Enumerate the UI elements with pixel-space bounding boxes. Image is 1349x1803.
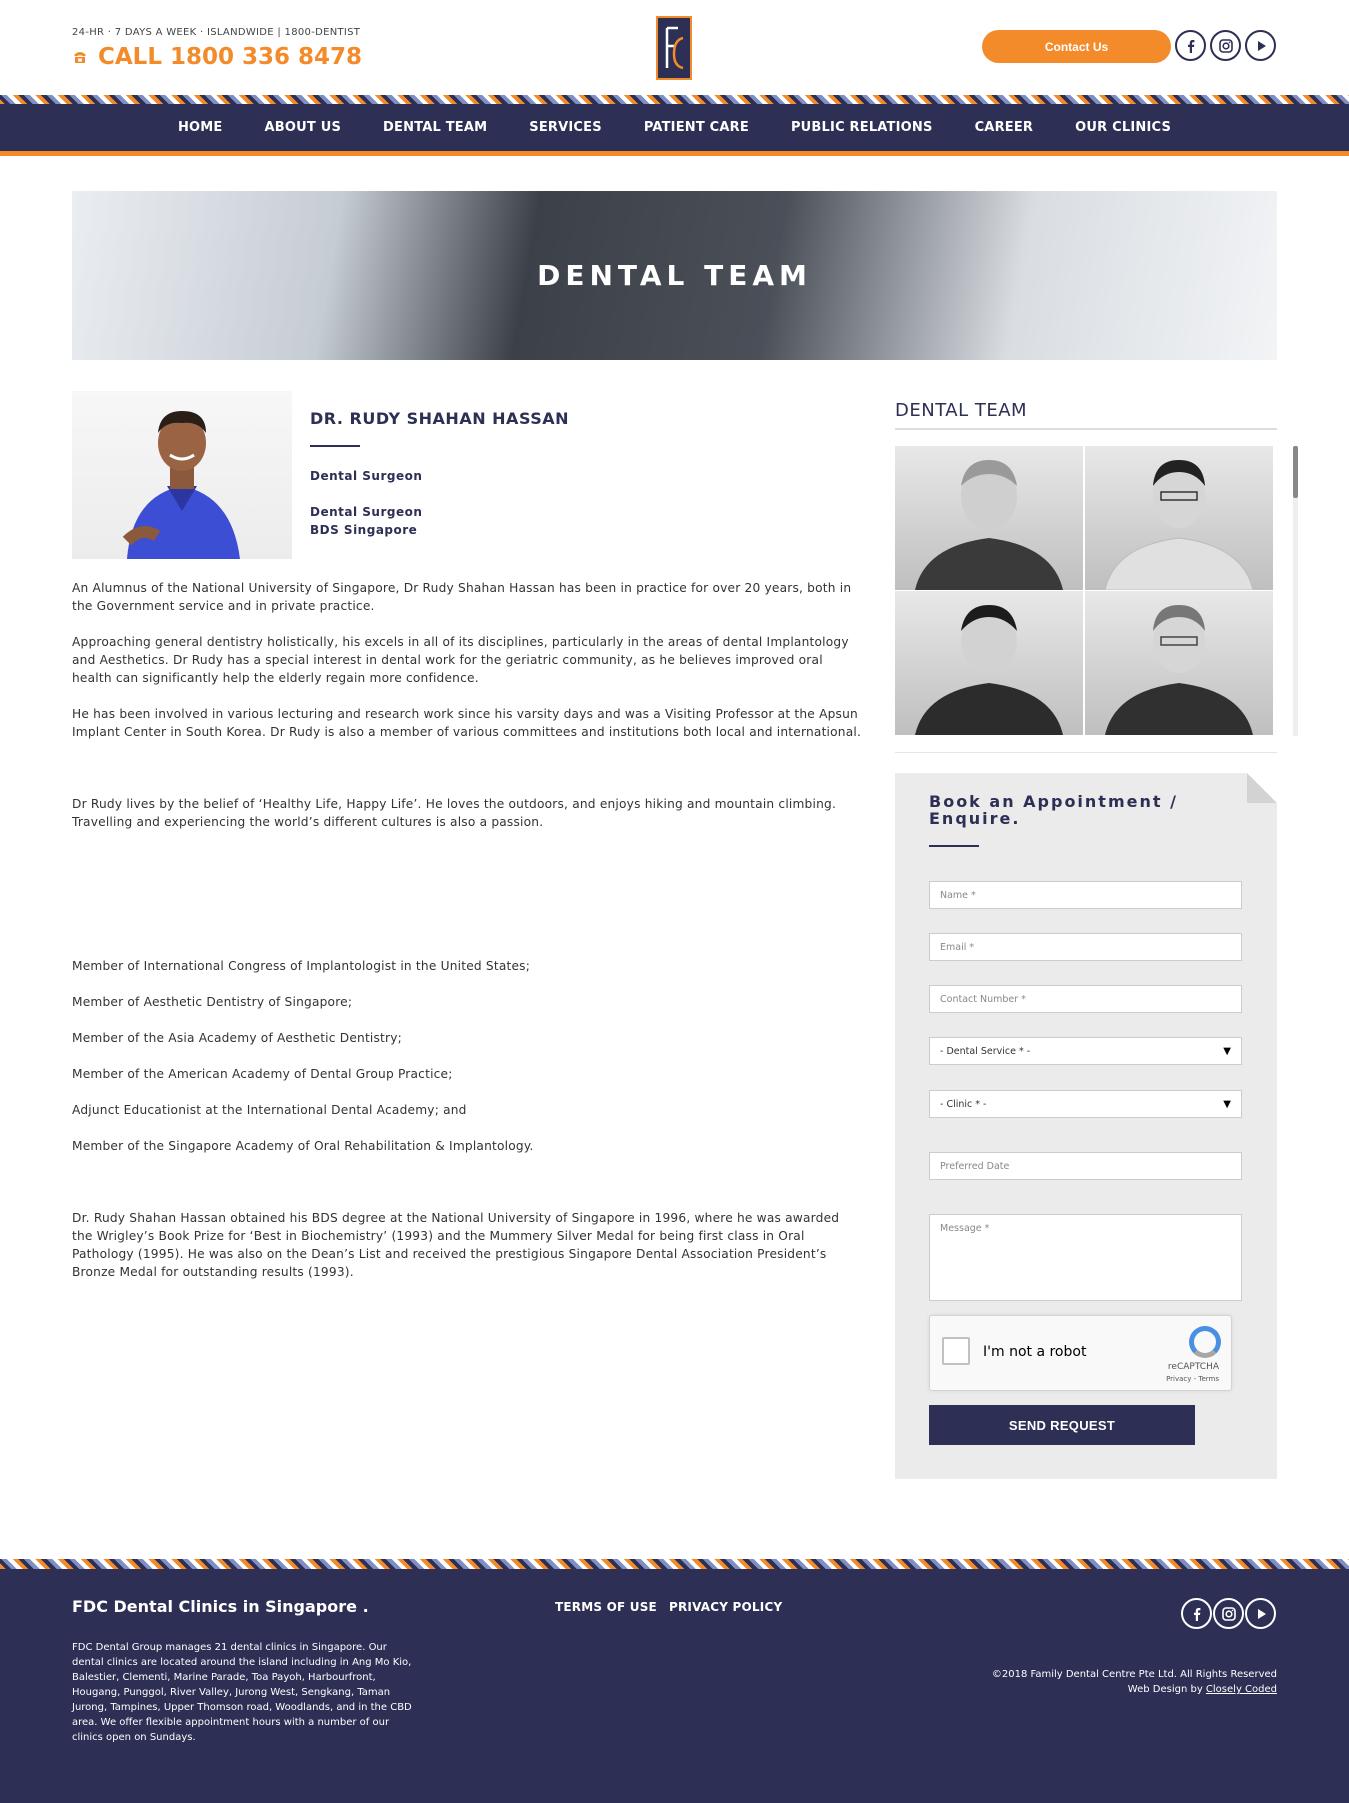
doctor-role-2: Dental Surgeon bbox=[310, 505, 423, 519]
sidebar-separator bbox=[895, 752, 1277, 753]
chevron-down-icon: ▼ bbox=[1223, 1045, 1231, 1057]
call-text: CALL 1800 336 8478 bbox=[98, 44, 363, 70]
footer-description: FDC Dental Group manages 21 dental clini… bbox=[72, 1642, 412, 1743]
call-number[interactable]: CALL 1800 336 8478 bbox=[72, 44, 362, 70]
decorative-pattern-bottom bbox=[0, 1559, 1349, 1569]
nav-patient-care[interactable]: PATIENT CARE bbox=[644, 120, 749, 135]
form-divider bbox=[929, 845, 979, 847]
nav-services[interactable]: SERVICES bbox=[529, 120, 602, 135]
youtube-icon[interactable] bbox=[1245, 30, 1276, 61]
copyright-text: ©2018 Family Dental Centre Pte Ltd. All … bbox=[991, 1669, 1277, 1680]
recaptcha-label: I'm not a robot bbox=[983, 1344, 1087, 1360]
name-divider bbox=[310, 445, 360, 447]
name-field[interactable]: Name * bbox=[929, 881, 1242, 909]
instagram-icon[interactable] bbox=[1213, 1598, 1244, 1629]
membership-item: Member of International Congress of Impl… bbox=[72, 959, 531, 973]
recaptcha-checkbox[interactable] bbox=[942, 1337, 970, 1365]
privacy-policy-link[interactable]: PRIVACY POLICY bbox=[669, 1600, 782, 1614]
bio-paragraph-5: Dr. Rudy Shahan Hassan obtained his BDS … bbox=[72, 1211, 840, 1279]
team-member-thumbnail[interactable] bbox=[895, 591, 1083, 735]
logo-mark bbox=[665, 26, 684, 70]
membership-item: Member of the American Academy of Dental… bbox=[72, 1067, 453, 1081]
contact-us-button[interactable]: Contact Us bbox=[982, 30, 1171, 63]
main-nav: HOME ABOUT US DENTAL TEAM SERVICES PATIE… bbox=[0, 104, 1349, 156]
clinic-select[interactable]: - Clinic * - ▼ bbox=[929, 1090, 1242, 1118]
nav-public-relations[interactable]: PUBLIC RELATIONS bbox=[791, 120, 933, 135]
bio-paragraph-1: An Alumnus of the National University of… bbox=[72, 581, 852, 613]
team-scrollbar-thumb[interactable] bbox=[1293, 446, 1298, 498]
youtube-icon[interactable] bbox=[1245, 1598, 1276, 1629]
dental-service-value: - Dental Service * - bbox=[940, 1045, 1031, 1057]
sidebar-divider bbox=[895, 428, 1277, 430]
bio-paragraph-2: Approaching general dentistry holistical… bbox=[72, 635, 849, 685]
nav-career[interactable]: CAREER bbox=[975, 120, 1034, 135]
footer-title: FDC Dental Clinics in Singapore . bbox=[72, 1597, 369, 1616]
corner-fold bbox=[1247, 773, 1277, 803]
contact-number-field[interactable]: Contact Number * bbox=[929, 985, 1242, 1013]
header-tagline: 24-HR · 7 DAYS A WEEK · ISLANDWIDE | 180… bbox=[72, 27, 361, 38]
sidebar-title: DENTAL TEAM bbox=[895, 400, 1028, 421]
fdc-logo[interactable] bbox=[656, 16, 692, 80]
clinic-value: - Clinic * - bbox=[940, 1098, 987, 1110]
preferred-date-field[interactable]: Preferred Date bbox=[929, 1152, 1242, 1180]
hero-title: DENTAL TEAM bbox=[537, 259, 812, 292]
facebook-icon[interactable] bbox=[1175, 30, 1206, 61]
recaptcha-icon bbox=[1189, 1326, 1221, 1358]
recaptcha-widget: I'm not a robot reCAPTCHA Privacy - Term… bbox=[929, 1315, 1232, 1391]
membership-item: Member of Aesthetic Dentistry of Singapo… bbox=[72, 995, 353, 1009]
email-field[interactable]: Email * bbox=[929, 933, 1242, 961]
instagram-icon[interactable] bbox=[1210, 30, 1241, 61]
team-member-thumbnail[interactable] bbox=[1085, 591, 1273, 735]
doctor-name: DR. RUDY SHAHAN HASSAN bbox=[310, 409, 570, 428]
recaptcha-brand: reCAPTCHA bbox=[1167, 1362, 1219, 1372]
copyright: ©2018 Family Dental Centre Pte Ltd. All … bbox=[900, 1667, 1277, 1697]
doctor-role: Dental Surgeon bbox=[310, 469, 423, 483]
form-title: Book an Appointment / Enquire. bbox=[929, 792, 1178, 828]
bio-paragraph-4: Dr Rudy lives by the belief of ‘Healthy … bbox=[72, 797, 837, 829]
dental-service-select[interactable]: - Dental Service * - ▼ bbox=[929, 1037, 1242, 1065]
send-request-button[interactable]: SEND REQUEST bbox=[929, 1405, 1195, 1445]
facebook-icon[interactable] bbox=[1181, 1598, 1212, 1629]
message-field[interactable]: Message * bbox=[929, 1214, 1242, 1301]
web-design-credit: Web Design by Closely Coded bbox=[900, 1682, 1277, 1697]
membership-item: Member of the Singapore Academy of Oral … bbox=[72, 1139, 534, 1153]
nav-our-clinics[interactable]: OUR CLINICS bbox=[1075, 120, 1171, 135]
closely-coded-link[interactable]: Closely Coded bbox=[1206, 1684, 1277, 1695]
phone-icon bbox=[74, 52, 86, 63]
recaptcha-links[interactable]: Privacy - Terms bbox=[1166, 1375, 1219, 1383]
nav-home[interactable]: HOME bbox=[178, 120, 223, 135]
membership-item: Member of the Asia Academy of Aesthetic … bbox=[72, 1031, 402, 1045]
chevron-down-icon: ▼ bbox=[1223, 1098, 1231, 1110]
doctor-degree: BDS Singapore bbox=[310, 523, 418, 537]
terms-of-use-link[interactable]: TERMS OF USE bbox=[555, 1600, 657, 1614]
bio-paragraph-3: He has been involved in various lecturin… bbox=[72, 707, 862, 739]
team-member-thumbnail[interactable] bbox=[1085, 446, 1273, 590]
nav-about-us[interactable]: ABOUT US bbox=[265, 120, 342, 135]
membership-item: Adjunct Educationist at the Internationa… bbox=[72, 1103, 467, 1117]
team-member-thumbnail[interactable] bbox=[895, 446, 1083, 590]
credit-prefix: Web Design by bbox=[1127, 1684, 1203, 1695]
doctor-photo bbox=[72, 391, 292, 559]
nav-dental-team[interactable]: DENTAL TEAM bbox=[383, 120, 487, 135]
hero-banner: DENTAL TEAM bbox=[72, 191, 1277, 360]
